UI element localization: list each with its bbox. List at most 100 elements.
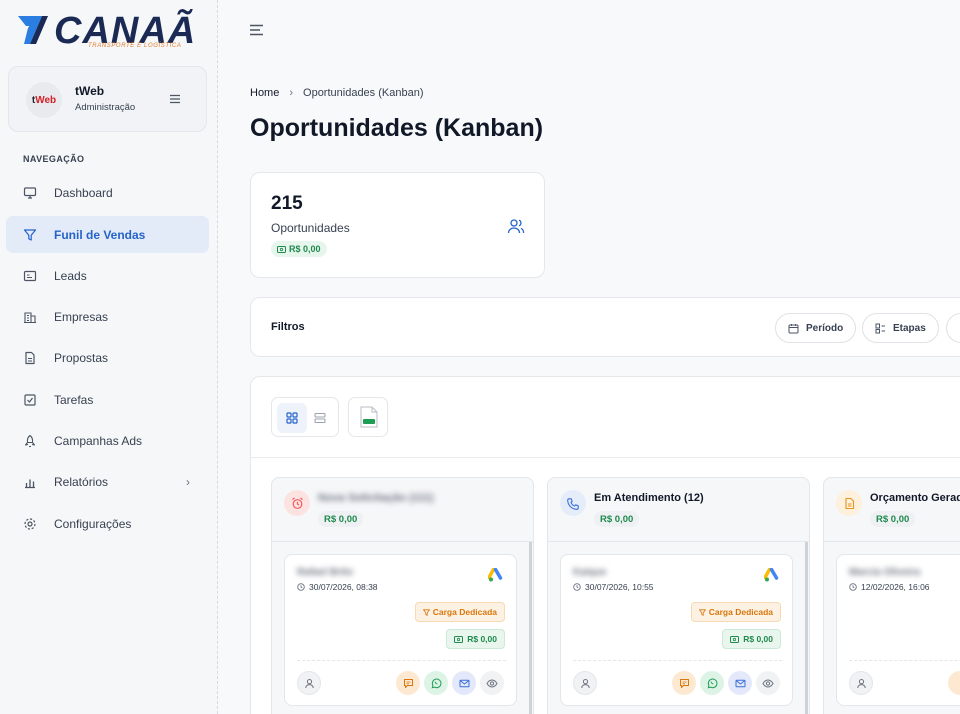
column-icon-badge <box>836 490 862 516</box>
sidebar-item-relatorios[interactable]: Relatórios › <box>6 463 209 500</box>
user-profile-card[interactable]: t Web tWeb Administração <box>8 66 207 132</box>
sidebar-toggle-icon[interactable] <box>249 24 265 36</box>
card-value-text: R$ 0,00 <box>467 634 497 644</box>
opportunity-card[interactable]: Rafael Brito 30/07/2026, 08:38 Carga Ded… <box>284 554 517 706</box>
monitor-icon <box>23 187 37 199</box>
eye-icon <box>762 678 774 688</box>
assign-user-button[interactable] <box>573 671 597 695</box>
money-icon <box>730 635 740 643</box>
stat-count: 215 <box>271 193 303 214</box>
user-icon <box>580 678 590 688</box>
kanban-column-nova-solicitacao: Nova Solicitação (111) R$ 0,00 Rafael Br… <box>271 477 534 714</box>
sidebar-item-label: Relatórios <box>54 475 109 489</box>
notes-button[interactable] <box>396 671 420 695</box>
funnel-icon <box>698 608 706 616</box>
notes-button[interactable] <box>948 671 960 695</box>
column-header: Nova Solicitação (111) R$ 0,00 <box>272 478 533 542</box>
sidebar-item-label: Dashboard <box>54 186 113 200</box>
list-view-icon[interactable] <box>314 412 326 424</box>
breadcrumb-home[interactable]: Home <box>250 87 279 99</box>
whatsapp-button[interactable] <box>424 671 448 695</box>
card-value-badge: R$ 0,00 <box>446 629 505 649</box>
filters-panel: Filtros Período Etapas <box>250 297 960 357</box>
column-scrollbar[interactable] <box>805 542 808 714</box>
users-icon <box>507 219 525 234</box>
brand-logo[interactable]: CANAÃ TRANSPORTE E LOGÍSTICA <box>16 8 195 54</box>
email-button[interactable] <box>452 671 476 695</box>
card-contact-name: Marcia Oliveira <box>849 567 921 578</box>
clock-icon <box>297 583 305 591</box>
sidebar-item-label: Leads <box>54 269 87 283</box>
filter-more-button[interactable] <box>946 313 960 343</box>
money-icon <box>277 245 286 253</box>
column-value: R$ 0,00 <box>318 511 364 527</box>
funnel-icon <box>422 608 430 616</box>
assign-user-button[interactable] <box>297 671 321 695</box>
opportunity-card[interactable]: Kaique 30/07/2026, 10:55 Carga Dedicada … <box>560 554 793 706</box>
view-details-button[interactable] <box>756 671 780 695</box>
id-card-icon <box>23 270 37 282</box>
message-icon <box>679 678 689 688</box>
sidebar-item-label: Propostas <box>54 351 109 365</box>
card-contact-name: Rafael Brito <box>297 567 354 578</box>
card-contact-name: Kaique <box>573 567 607 578</box>
whatsapp-button[interactable] <box>700 671 724 695</box>
profile-role: Administração <box>75 102 136 113</box>
export-excel-button[interactable] <box>348 397 388 437</box>
avatar-text-b: Web <box>35 94 57 106</box>
document-icon <box>25 351 35 365</box>
chevron-right-icon: › <box>186 475 190 489</box>
sidebar-item-label: Empresas <box>54 310 109 324</box>
stat-value: R$ 0,00 <box>289 244 321 254</box>
sidebar-item-campanhas-ads[interactable]: Campanhas Ads <box>6 422 209 459</box>
column-icon-badge <box>560 490 586 516</box>
column-header: Em Atendimento (12) R$ 0,00 <box>548 478 809 542</box>
alarm-icon <box>291 497 303 509</box>
stages-icon <box>875 323 885 333</box>
email-button[interactable] <box>728 671 752 695</box>
kanban-board: Nova Solicitação (111) R$ 0,00 Rafael Br… <box>250 376 960 714</box>
excel-file-icon <box>360 406 378 428</box>
sidebar: CANAÃ TRANSPORTE E LOGÍSTICA t Web tWeb A… <box>0 0 218 714</box>
gear-icon <box>24 518 36 530</box>
mail-icon <box>735 679 745 687</box>
clock-icon <box>849 583 857 591</box>
funnel-icon <box>23 229 37 241</box>
card-date-text: 12/02/2026, 16:06 <box>861 582 930 592</box>
grid-view-button[interactable] <box>277 403 307 433</box>
menu-icon[interactable] <box>169 93 181 105</box>
column-header: Orçamento Gerado R$ 0,00 <box>824 478 960 542</box>
view-details-button[interactable] <box>480 671 504 695</box>
sidebar-item-funil-de-vendas[interactable]: Funil de Vendas <box>6 216 209 253</box>
sidebar-item-propostas[interactable]: Propostas <box>6 339 209 376</box>
breadcrumb-separator: › <box>289 87 294 99</box>
column-title: Nova Solicitação (111) <box>318 492 434 504</box>
sidebar-item-dashboard[interactable]: Dashboard <box>6 174 209 211</box>
stat-label: Oportunidades <box>271 221 350 235</box>
building-icon <box>24 312 36 324</box>
assign-user-button[interactable] <box>849 671 873 695</box>
card-date: 30/07/2026, 08:38 <box>297 582 378 592</box>
logo-mark-icon <box>18 16 48 44</box>
user-icon <box>856 678 866 688</box>
sidebar-item-label: Tarefas <box>54 393 94 407</box>
kanban-column-orcamento-gerado: Orçamento Gerado R$ 0,00 Marcia Oliveira… <box>823 477 960 714</box>
sidebar-item-leads[interactable]: Leads <box>6 257 209 294</box>
whatsapp-icon <box>431 678 441 688</box>
card-tag-text: Carga Dedicada <box>708 607 773 617</box>
sidebar-item-empresas[interactable]: Empresas <box>6 298 209 335</box>
opportunity-card[interactable]: Marcia Oliveira 12/02/2026, 16:06 <box>836 554 960 706</box>
user-icon <box>304 678 314 688</box>
message-icon <box>403 678 413 688</box>
money-icon <box>454 635 464 643</box>
card-date: 30/07/2026, 10:55 <box>573 582 654 592</box>
rocket-icon <box>24 434 36 448</box>
sidebar-item-tarefas[interactable]: Tarefas <box>6 381 209 418</box>
filters-title: Filtros <box>271 321 305 333</box>
notes-button[interactable] <box>672 671 696 695</box>
column-scrollbar[interactable] <box>529 542 532 714</box>
filter-etapas-button[interactable]: Etapas <box>862 313 939 343</box>
file-icon <box>844 497 854 509</box>
filter-periodo-button[interactable]: Período <box>775 313 857 343</box>
sidebar-item-configuracoes[interactable]: Configurações <box>6 505 209 542</box>
